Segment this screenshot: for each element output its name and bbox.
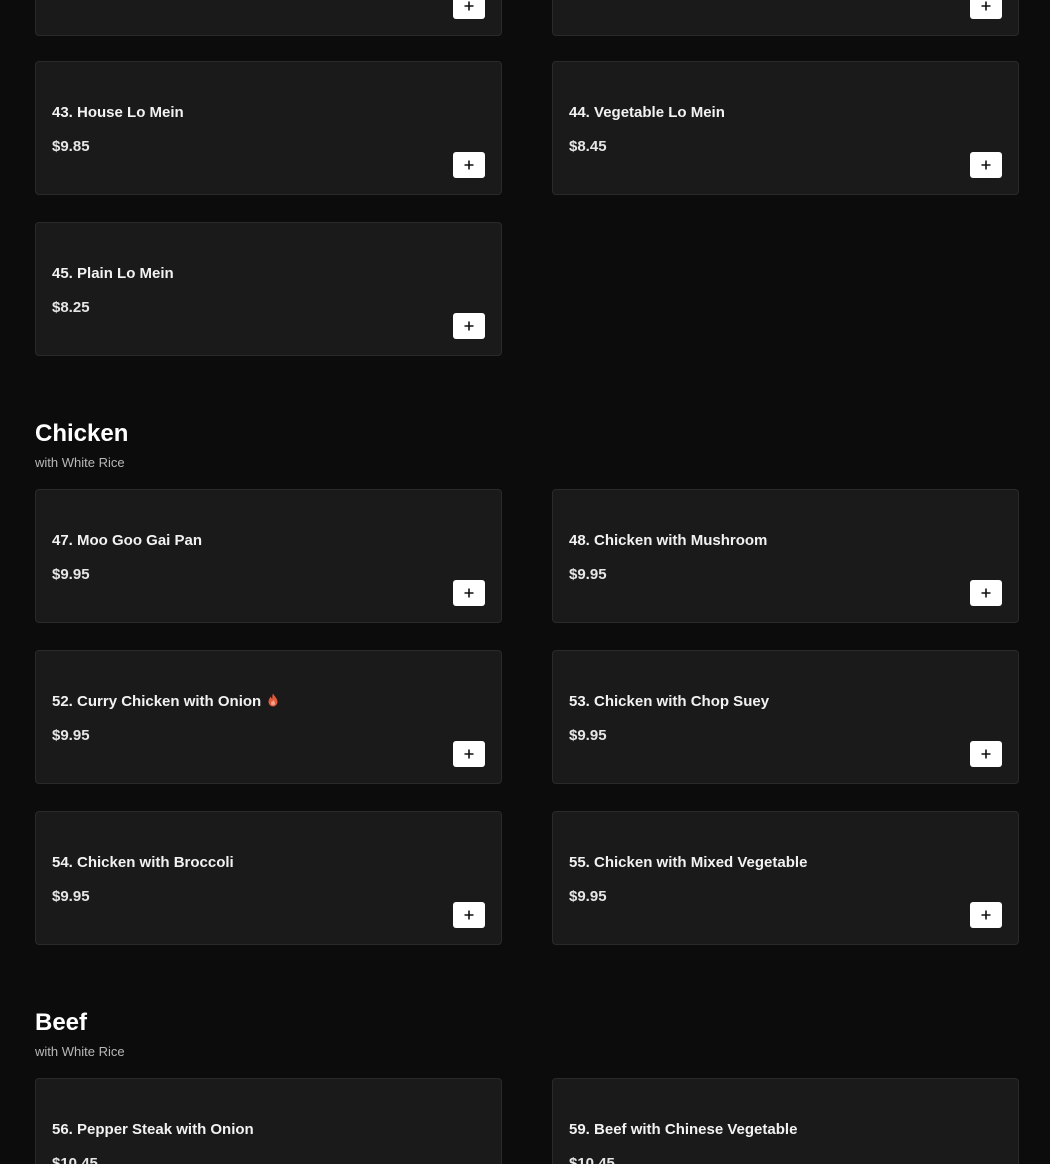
plus-icon <box>981 910 991 920</box>
section-title-beef: Beef <box>35 1009 88 1036</box>
plus-icon <box>464 588 474 598</box>
plus-icon <box>464 1 474 11</box>
menu-item-card[interactable]: 54. Chicken with Broccoli $9.95 <box>35 811 502 945</box>
item-price: $9.85 <box>52 138 90 155</box>
item-price: $8.45 <box>569 138 607 155</box>
item-name: 54. Chicken with Broccoli <box>52 854 234 871</box>
item-price: $9.95 <box>52 566 90 583</box>
plus-icon <box>981 160 991 170</box>
menu-item-card[interactable]: 45. Plain Lo Mein $8.25 <box>35 222 502 356</box>
add-item-button[interactable] <box>453 313 485 339</box>
item-price: $9.95 <box>52 727 90 744</box>
section-subtitle-beef: with White Rice <box>35 1044 125 1059</box>
add-item-button[interactable] <box>453 152 485 178</box>
add-item-button[interactable] <box>970 0 1002 19</box>
item-name: 47. Moo Goo Gai Pan <box>52 532 203 549</box>
menu-item-card[interactable] <box>35 0 502 36</box>
section-title-chicken: Chicken <box>35 420 129 447</box>
add-item-button[interactable] <box>970 902 1002 928</box>
item-price: $10.45 <box>569 1155 615 1164</box>
item-name: 43. House Lo Mein <box>52 104 184 121</box>
menu-item-card[interactable]: 59. Beef with Chinese Vegetable $10.45 <box>552 1078 1019 1164</box>
item-price: $9.95 <box>569 727 607 744</box>
section-subtitle-chicken: with White Rice <box>35 455 125 470</box>
menu-item-card[interactable]: 53. Chicken with Chop Suey $9.95 <box>552 650 1019 784</box>
item-name: 45. Plain Lo Mein <box>52 265 174 282</box>
flame-icon <box>267 693 279 711</box>
menu-item-card[interactable]: 43. House Lo Mein $9.85 <box>35 61 502 195</box>
add-item-button[interactable] <box>970 580 1002 606</box>
item-name-wrapper: 52. Curry Chicken with Onion <box>52 693 279 711</box>
add-item-button[interactable] <box>970 152 1002 178</box>
menu-item-card[interactable]: 47. Moo Goo Gai Pan $9.95 <box>35 489 502 623</box>
item-name: 48. Chicken with Mushroom <box>569 532 768 549</box>
item-name: 59. Beef with Chinese Vegetable <box>569 1121 798 1138</box>
item-name: 55. Chicken with Mixed Vegetable <box>569 854 808 871</box>
item-name: 44. Vegetable Lo Mein <box>569 104 725 121</box>
item-price: $9.95 <box>569 888 607 905</box>
item-price: $9.95 <box>52 888 90 905</box>
menu-item-card[interactable]: 48. Chicken with Mushroom $9.95 <box>552 489 1019 623</box>
menu-item-card[interactable]: 52. Curry Chicken with Onion $9.95 <box>35 650 502 784</box>
menu-item-card[interactable]: 44. Vegetable Lo Mein $8.45 <box>552 61 1019 195</box>
add-item-button[interactable] <box>453 902 485 928</box>
plus-icon <box>981 588 991 598</box>
plus-icon <box>464 321 474 331</box>
plus-icon <box>464 160 474 170</box>
item-price: $8.25 <box>52 299 90 316</box>
item-price: $10.45 <box>52 1155 98 1164</box>
menu-item-card[interactable] <box>552 0 1019 36</box>
item-name: 52. Curry Chicken with Onion <box>52 693 262 710</box>
menu-page: 43. House Lo Mein $9.85 44. Vegetable Lo… <box>0 0 1050 1164</box>
plus-icon <box>981 1 991 11</box>
add-item-button[interactable] <box>453 0 485 19</box>
add-item-button[interactable] <box>970 741 1002 767</box>
plus-icon <box>464 749 474 759</box>
add-item-button[interactable] <box>453 580 485 606</box>
item-price: $9.95 <box>569 566 607 583</box>
menu-item-card[interactable]: 55. Chicken with Mixed Vegetable $9.95 <box>552 811 1019 945</box>
plus-icon <box>981 749 991 759</box>
plus-icon <box>464 910 474 920</box>
menu-item-card[interactable]: 56. Pepper Steak with Onion $10.45 <box>35 1078 502 1164</box>
add-item-button[interactable] <box>453 741 485 767</box>
item-name: 56. Pepper Steak with Onion <box>52 1121 254 1138</box>
item-name: 53. Chicken with Chop Suey <box>569 693 770 710</box>
